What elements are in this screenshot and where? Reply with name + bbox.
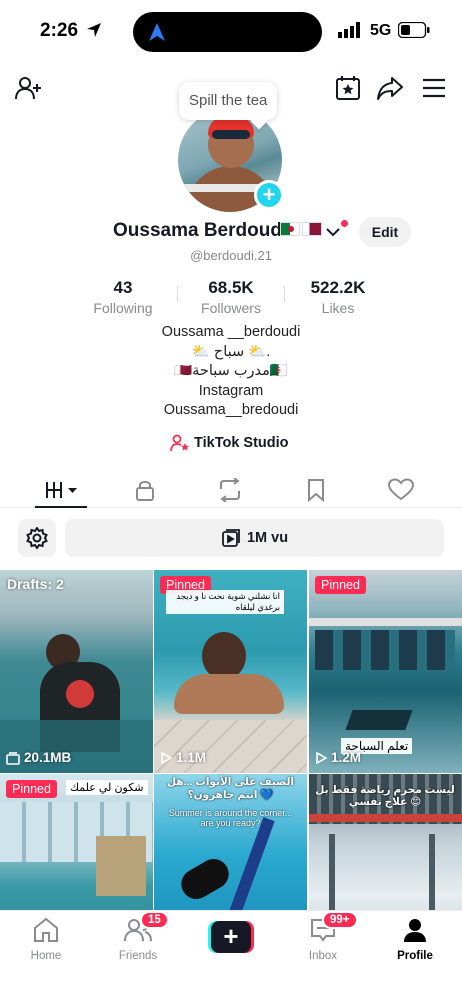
repost-icon: [220, 478, 240, 502]
stat-value: 43: [113, 278, 133, 297]
profile-stats: 43 Following 68.5K Followers 522.2K Like…: [0, 278, 462, 318]
qatar-flag-icon: [302, 222, 322, 236]
network-type: 5G: [370, 22, 392, 39]
play-icon: [161, 751, 172, 764]
video-caption: الصيف على الأبواب ...هل انتم جاهزون؟ 💙: [166, 776, 294, 801]
signal-icon: [338, 22, 362, 43]
studio-label: TikTok Studio: [194, 435, 289, 451]
bio-line: Oussama __berdoudi: [161, 324, 301, 340]
video-stat: 1.2M: [315, 750, 361, 765]
tab-liked[interactable]: [381, 476, 421, 504]
friends-badge: 15: [140, 911, 169, 929]
gear-icon: [26, 527, 48, 549]
video-caption: انا نشلني شوية نحت نا و ديجد برغدي ليلقا…: [166, 590, 284, 614]
bio-line: 🇶🇦مدرب سباحة🇩🇿: [174, 363, 288, 379]
create-button[interactable]: +: [208, 921, 254, 953]
calendar-star-icon[interactable]: [334, 74, 362, 102]
nav-label: Friends: [118, 950, 158, 962]
drafts-icon: [6, 751, 20, 765]
profile-name: Oussama Berdoudi: [113, 220, 288, 241]
video-caption: شكون لي علمك: [66, 780, 148, 795]
nav-friends[interactable]: Friends 15: [103, 911, 173, 962]
nav-home[interactable]: Home: [11, 917, 81, 962]
video-stat-value: 1.1M: [176, 750, 207, 765]
add-story-plus-icon[interactable]: +: [254, 180, 284, 210]
location-arrow-icon: [86, 22, 102, 43]
profile-handle: @berdoudi.21: [190, 248, 272, 263]
algeria-flag-icon: [280, 222, 300, 236]
studio-icon: [170, 434, 189, 452]
chevron-down-icon[interactable]: [326, 224, 340, 242]
nav-label: Home: [30, 950, 62, 962]
nav-label: Profile: [397, 950, 433, 962]
active-tab-indicator: [35, 506, 87, 508]
bookmark-icon: [308, 479, 324, 502]
video-stat: 20.1MB: [6, 750, 71, 765]
flag-icons: [280, 222, 322, 236]
play-icon: [316, 751, 327, 764]
lock-icon: [136, 481, 154, 501]
video-views-icon: [222, 529, 240, 547]
stat-label: Following: [93, 300, 153, 316]
profile-icon: [404, 919, 426, 942]
pinned-badge: Pinned: [6, 780, 57, 798]
notification-dot: [341, 220, 348, 227]
video-stat-value: 1.2M: [331, 750, 362, 765]
edit-profile-button[interactable]: Edit: [359, 217, 411, 247]
nav-label: Inbox: [308, 950, 338, 962]
home-icon: [34, 917, 58, 942]
status-time: 2:26: [40, 20, 79, 41]
video-stat-value: 20.1MB: [24, 750, 72, 765]
video-caption-english: Summer is around the corner... are you r…: [168, 808, 293, 828]
settings-filter-button[interactable]: [18, 519, 56, 557]
videos-grid-icon: [46, 482, 77, 498]
stat-likes[interactable]: 522.2K Likes: [278, 278, 398, 316]
video-stat: 1.1M: [160, 750, 206, 765]
tab-favorites[interactable]: [296, 476, 336, 504]
bottom-nav: Home Friends 15 + Inbox 99+ Profile: [0, 910, 462, 1000]
tab-reposts[interactable]: [210, 476, 250, 504]
inbox-badge: 99+: [322, 911, 358, 929]
stat-following[interactable]: 43 Following: [63, 278, 183, 316]
add-friend-icon[interactable]: [14, 74, 42, 102]
dynamic-island: [133, 12, 322, 52]
views-label: 1M vu: [246, 530, 289, 546]
stat-value: 522.2K: [310, 278, 366, 297]
stat-value: 68.5K: [208, 278, 254, 297]
views-summary-bar[interactable]: 1M vu: [65, 519, 444, 557]
bio-line: Oussama__bredoudi: [163, 402, 299, 418]
pinned-badge: Pinned: [315, 576, 366, 594]
video-thumbnail-pinned-1[interactable]: Pinned انا نشلني شوية نحت نا و ديجد برغد…: [154, 570, 307, 773]
bio-line: ⛅ سباح ⛅.: [191, 343, 271, 360]
video-thumbnail-drafts[interactable]: Drafts: 2 20.1MB: [0, 570, 153, 773]
share-icon[interactable]: [376, 74, 404, 102]
create-icon: +: [211, 921, 251, 953]
profile-bio: Oussama __berdoudi ⛅ سباح ⛅. 🇶🇦مدرب سباح…: [0, 323, 462, 421]
navigation-arrow-icon: [149, 23, 165, 41]
stat-followers[interactable]: 68.5K Followers: [171, 278, 291, 316]
status-bar: 2:26 5G: [0, 0, 462, 62]
profile-tabs: [0, 470, 462, 508]
tab-private[interactable]: [125, 476, 165, 504]
battery-icon: [397, 21, 430, 43]
spill-the-tea-tooltip[interactable]: Spill the tea: [179, 82, 278, 120]
tab-videos[interactable]: [40, 476, 82, 504]
tiktok-studio-link[interactable]: TikTok Studio: [170, 434, 289, 452]
video-thumbnail-pinned-2[interactable]: Pinned تعلم السباحة 1.2M: [309, 570, 462, 773]
drafts-count: Drafts: 2: [7, 576, 64, 592]
stat-label: Likes: [321, 300, 355, 316]
nav-profile[interactable]: Profile: [380, 917, 450, 962]
heart-icon: [388, 478, 414, 501]
stat-label: Followers: [201, 300, 261, 316]
video-grid: Drafts: 2 20.1MB Pinned انا نشلني شوية ن…: [0, 570, 462, 977]
nav-inbox[interactable]: Inbox 99+: [288, 911, 358, 962]
video-caption: ليست محرم رياضة فقط بل علاج نفسي 😊: [315, 784, 455, 808]
bio-line: Instagram: [198, 382, 264, 399]
hamburger-menu-icon[interactable]: [420, 74, 448, 102]
avatar[interactable]: +: [178, 108, 284, 214]
